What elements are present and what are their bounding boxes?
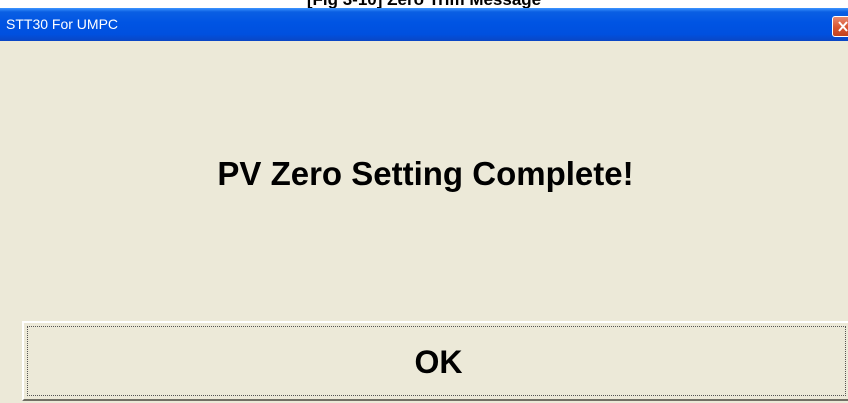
- ok-button-label: OK: [414, 344, 463, 380]
- window-title: STT30 For UMPC: [6, 16, 119, 32]
- screenshot-page: [Fig 3-10] Zero Trim Message STT30 For U…: [0, 0, 848, 403]
- close-icon: [838, 21, 848, 32]
- ok-button[interactable]: OK: [22, 321, 848, 401]
- dialog-window: STT30 For UMPC PV Zero Setting Complete!…: [0, 8, 848, 403]
- close-button[interactable]: [832, 16, 848, 37]
- status-message: PV Zero Setting Complete!: [217, 155, 634, 192]
- figure-caption: [Fig 3-10] Zero Trim Message: [0, 0, 848, 8]
- dialog-body: PV Zero Setting Complete! OK: [3, 41, 848, 403]
- title-bar[interactable]: STT30 For UMPC: [0, 8, 848, 41]
